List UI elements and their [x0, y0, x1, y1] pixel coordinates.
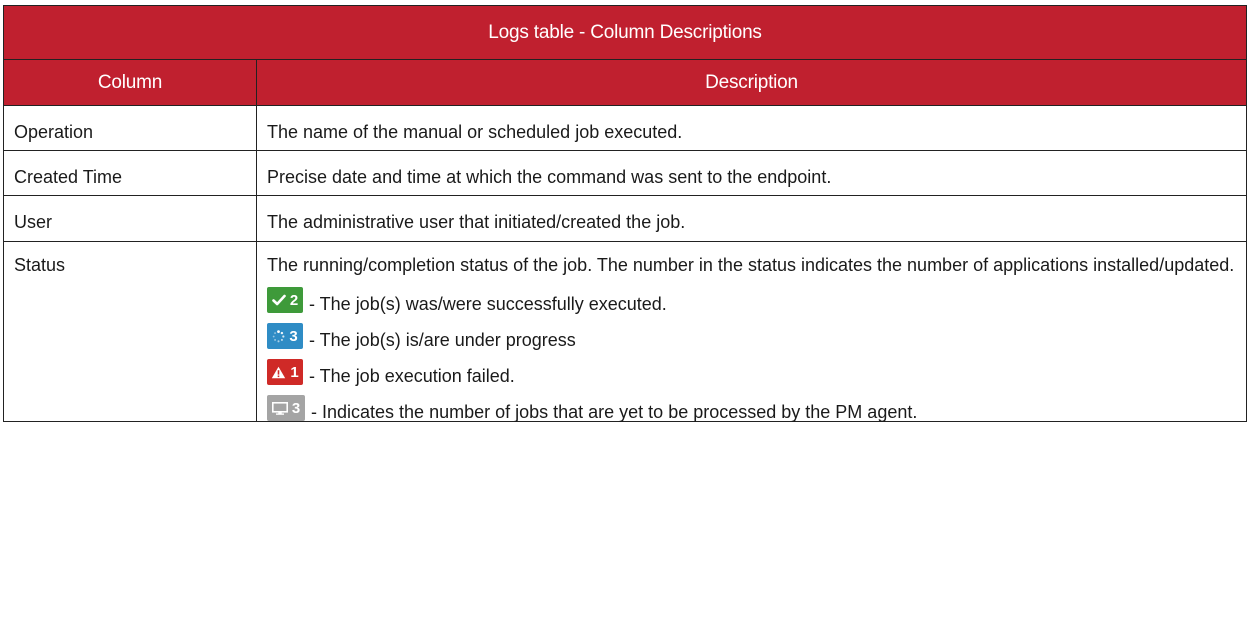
- table-header-row: Column Description: [3, 59, 1248, 106]
- progress-count: 3: [289, 327, 298, 345]
- logs-column-table-container: Logs table - Column Descriptions Column …: [2, 5, 1248, 422]
- pending-status-badge: 3: [267, 395, 305, 421]
- row-column-cell: Operation: [3, 105, 257, 151]
- monitor-icon: [271, 401, 288, 415]
- status-description: The running/completion status of the job…: [267, 255, 1235, 275]
- description-header: Description: [255, 59, 1248, 106]
- row-description-cell: The administrative user that initiated/c…: [255, 195, 1248, 242]
- row-column-cell: Created Time: [3, 150, 257, 196]
- pending-status-text: - Indicates the number of jobs that are …: [311, 402, 918, 422]
- pending-count: 3: [291, 399, 301, 417]
- table-title: Logs table - Column Descriptions: [2, 5, 1248, 60]
- table-row: Created Time Precise date and time at wh…: [3, 150, 1248, 196]
- spinner-icon: [273, 329, 285, 342]
- row-description-cell: The running/completion status of the job…: [255, 241, 1248, 422]
- row-column-cell: User: [3, 195, 257, 242]
- table-row: User The administrative user that initia…: [3, 195, 1248, 242]
- failed-status-badge: 1: [267, 359, 303, 385]
- success-status-badge: 2: [267, 287, 303, 313]
- check-icon: [272, 294, 286, 306]
- status-legend-item: 3 - Indicates the number of jobs that ar…: [267, 395, 1236, 422]
- status-legend-item: 1 - The job execution failed.: [267, 359, 1236, 386]
- progress-status-text: - The job(s) is/are under progress: [309, 330, 576, 350]
- failed-status-text: - The job execution failed.: [309, 366, 515, 386]
- row-column-cell: Status: [3, 241, 257, 422]
- column-header: Column: [3, 59, 257, 106]
- failed-count: 1: [290, 363, 299, 381]
- row-description-cell: Precise date and time at which the comma…: [255, 150, 1248, 196]
- success-status-text: - The job(s) was/were successfully execu…: [309, 294, 667, 314]
- table-row: Operation The name of the manual or sche…: [3, 105, 1248, 151]
- status-legend-item: 3 - The job(s) is/are under progress: [267, 323, 1236, 350]
- logs-column-table: Logs table - Column Descriptions Column …: [2, 5, 1248, 422]
- table-title-row: Logs table - Column Descriptions: [2, 5, 1248, 60]
- table-row: Status The running/completion status of …: [3, 241, 1248, 422]
- status-legend-item: 2 - The job(s) was/were successfully exe…: [267, 287, 1236, 314]
- success-count: 2: [289, 291, 299, 309]
- row-description-cell: The name of the manual or scheduled job …: [255, 105, 1248, 151]
- warning-icon: [272, 366, 286, 378]
- progress-status-badge: 3: [267, 323, 303, 349]
